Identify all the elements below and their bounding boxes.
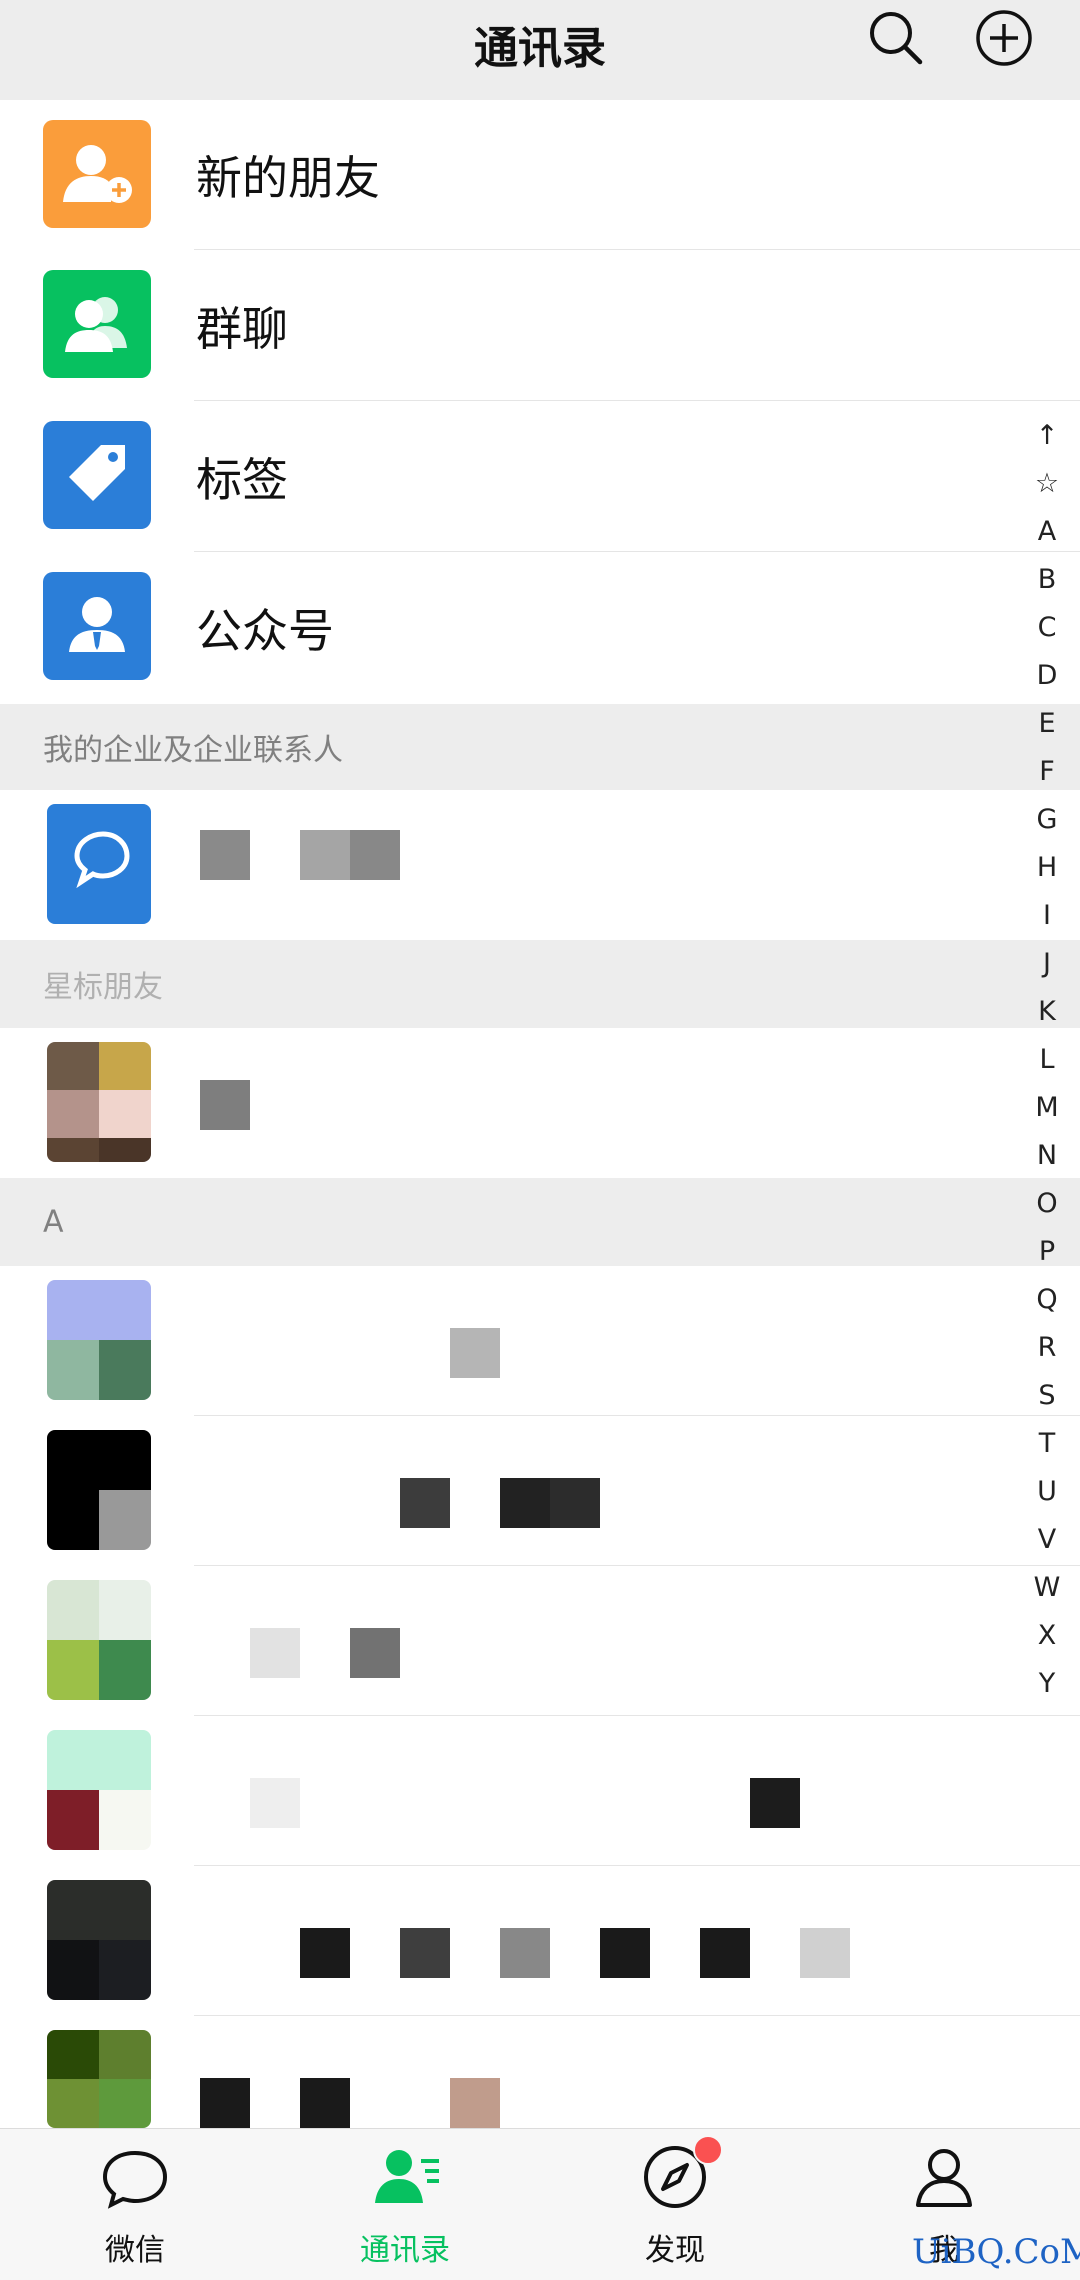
- blurred-name: [300, 830, 350, 880]
- watermark: UiBQ.CoM: [912, 2232, 1080, 2272]
- section-header-enterprise: 我的企业及企业联系人: [0, 704, 1080, 790]
- new-friends-label: 新的朋友: [196, 151, 380, 205]
- index-letter[interactable]: M: [1030, 1084, 1064, 1132]
- blurred-name: [450, 1328, 500, 1378]
- chat-bubble-icon: [102, 2150, 168, 2209]
- section-title: A: [43, 1204, 64, 1240]
- alphabet-index[interactable]: ↑ ☆ A B C D E F G H I J K L M N O P Q R S T U V W X Y: [1030, 412, 1064, 1708]
- avatar: [47, 1580, 151, 1700]
- contact-row[interactable]: [0, 1716, 1080, 1866]
- blurred-name: [500, 1478, 550, 1528]
- index-letter[interactable]: ☆: [1030, 460, 1064, 508]
- avatar: [47, 1730, 151, 1850]
- tab-label: 微信: [105, 2233, 165, 2268]
- contact-row[interactable]: [0, 1566, 1080, 1716]
- search-button[interactable]: [866, 8, 926, 68]
- blurred-name: [750, 1778, 800, 1828]
- index-letter[interactable]: K: [1030, 988, 1064, 1036]
- blurred-name: [300, 1928, 350, 1978]
- index-letter[interactable]: L: [1030, 1036, 1064, 1084]
- official-account-icon: [43, 572, 151, 680]
- index-letter[interactable]: ↑: [1030, 412, 1064, 460]
- index-letter[interactable]: E: [1030, 700, 1064, 748]
- group-chat-label: 群聊: [196, 301, 288, 356]
- contact-row[interactable]: [0, 1028, 1080, 1178]
- index-letter[interactable]: Q: [1030, 1276, 1064, 1324]
- contact-row[interactable]: [0, 1416, 1080, 1566]
- tab-contacts[interactable]: 通讯录: [305, 2129, 505, 2280]
- index-letter[interactable]: J: [1030, 940, 1064, 988]
- blurred-name: [200, 830, 250, 880]
- tab-chats[interactable]: 微信: [35, 2129, 235, 2280]
- blurred-name: [450, 2078, 500, 2128]
- tab-label: 发现: [645, 2233, 705, 2268]
- section-title: 我的企业及企业联系人: [43, 733, 343, 768]
- official-accounts-label: 公众号: [196, 604, 334, 658]
- blurred-name: [250, 1628, 300, 1678]
- contact-row[interactable]: [0, 1866, 1080, 2016]
- index-letter[interactable]: S: [1030, 1372, 1064, 1420]
- index-letter[interactable]: H: [1030, 844, 1064, 892]
- index-letter[interactable]: B: [1030, 556, 1064, 604]
- index-letter[interactable]: V: [1030, 1516, 1064, 1564]
- tab-discover[interactable]: 发现: [575, 2129, 775, 2280]
- contacts-icon: [375, 2150, 439, 2203]
- person-icon: [916, 2149, 972, 2207]
- index-letter[interactable]: O: [1030, 1180, 1064, 1228]
- search-icon: [870, 12, 923, 65]
- enterprise-contact-row[interactable]: [0, 790, 1080, 940]
- contact-row[interactable]: [0, 1266, 1080, 1416]
- group-chat-icon: [43, 270, 151, 378]
- tags-row[interactable]: 标签: [0, 401, 1080, 552]
- avatar: [47, 2030, 151, 2128]
- blurred-name: [300, 2078, 350, 2128]
- index-letter[interactable]: R: [1030, 1324, 1064, 1372]
- official-accounts-row[interactable]: 公众号: [0, 552, 1080, 704]
- index-letter[interactable]: X: [1030, 1612, 1064, 1660]
- plus-circle-icon: [976, 10, 1032, 66]
- section-header-a: A: [0, 1178, 1080, 1266]
- blurred-name: [250, 1778, 300, 1828]
- index-letter[interactable]: G: [1030, 796, 1064, 844]
- group-chat-row[interactable]: 群聊: [0, 250, 1080, 401]
- tab-label: 通讯录: [360, 2233, 450, 2268]
- index-letter[interactable]: I: [1030, 892, 1064, 940]
- blurred-name: [350, 830, 400, 880]
- section-title: 星标朋友: [43, 970, 163, 1005]
- index-letter[interactable]: Y: [1030, 1660, 1064, 1708]
- section-header-starred: 星标朋友: [0, 940, 1080, 1028]
- blurred-name: [350, 1628, 400, 1678]
- tags-label: 标签: [196, 452, 288, 507]
- index-letter[interactable]: A: [1030, 508, 1064, 556]
- avatar: [47, 1880, 151, 2000]
- top-bar: 通讯录: [0, 0, 1080, 100]
- blurred-name: [200, 1080, 250, 1130]
- blurred-name: [400, 1928, 450, 1978]
- avatar: [47, 1430, 151, 1550]
- index-letter[interactable]: P: [1030, 1228, 1064, 1276]
- enterprise-contact-icon: [47, 804, 151, 924]
- notification-dot: [693, 2135, 723, 2165]
- tag-icon: [43, 421, 151, 529]
- blurred-name: [400, 1478, 450, 1528]
- index-letter[interactable]: F: [1030, 748, 1064, 796]
- add-friend-icon: [43, 120, 151, 228]
- blurred-name: [800, 1928, 850, 1978]
- add-button[interactable]: [974, 8, 1034, 68]
- contact-row[interactable]: [0, 2016, 1080, 2128]
- index-letter[interactable]: U: [1030, 1468, 1064, 1516]
- new-friends-row[interactable]: 新的朋友: [0, 100, 1080, 250]
- index-letter[interactable]: T: [1030, 1420, 1064, 1468]
- index-letter[interactable]: C: [1030, 604, 1064, 652]
- index-letter[interactable]: W: [1030, 1564, 1064, 1612]
- index-letter[interactable]: D: [1030, 652, 1064, 700]
- blurred-name: [600, 1928, 650, 1978]
- avatar: [47, 1280, 151, 1400]
- blurred-name: [500, 1928, 550, 1978]
- blurred-name: [700, 1928, 750, 1978]
- index-letter[interactable]: N: [1030, 1132, 1064, 1180]
- avatar: [47, 1042, 151, 1162]
- blurred-name: [550, 1478, 600, 1528]
- blurred-name: [200, 2078, 250, 2128]
